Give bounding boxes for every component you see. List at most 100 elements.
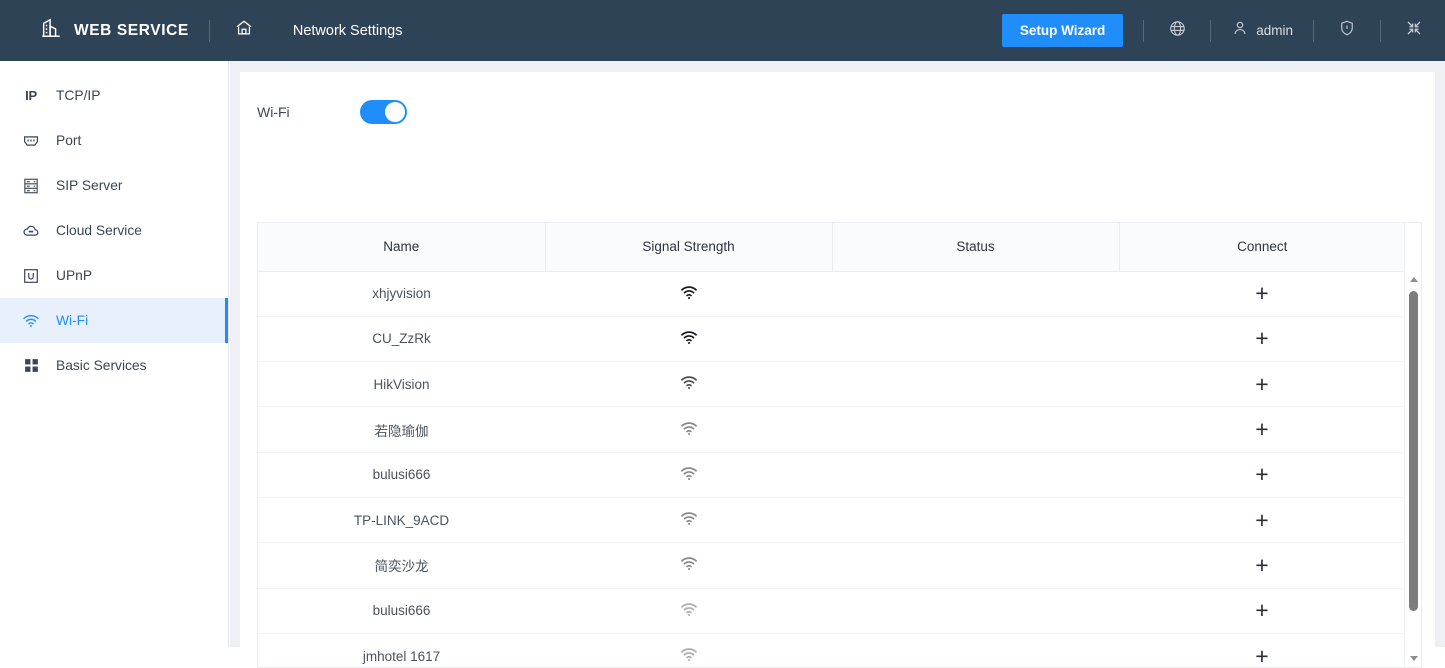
signal-strength-wifi-icon <box>680 647 698 665</box>
wifi-icon <box>22 312 40 330</box>
home-button[interactable] <box>230 17 258 45</box>
collapse-button[interactable] <box>1401 18 1427 44</box>
cell-signal-strength <box>545 271 832 317</box>
table-row[interactable]: xhjyvision + <box>258 271 1405 317</box>
cell-network-name: xhjyvision <box>258 271 545 317</box>
header-divider <box>1380 19 1381 42</box>
cell-connect: + <box>1119 316 1405 363</box>
table-row[interactable]: TP-LINK_9ACD + <box>258 497 1405 544</box>
cell-connect: + <box>1119 633 1405 667</box>
column-header-signal: Signal Strength <box>544 223 832 272</box>
sidebar-item-sip-server[interactable]: SIP Server <box>0 163 228 208</box>
connect-plus-icon[interactable]: + <box>1255 553 1268 577</box>
table-header: Name Signal Strength Status Connect <box>258 223 1405 272</box>
brand-block: WEB SERVICE <box>40 17 189 44</box>
table-scrollbar[interactable] <box>1404 223 1421 667</box>
cell-connect: + <box>1119 361 1405 408</box>
table-header-row: Name Signal Strength Status Connect <box>258 223 1405 272</box>
globe-icon <box>1168 19 1187 43</box>
sidebar-item-port[interactable]: Port <box>0 118 228 163</box>
wifi-toggle-switch[interactable] <box>360 100 407 124</box>
table-row[interactable]: HikVision + <box>258 361 1405 408</box>
cell-signal-strength <box>545 361 832 408</box>
sidebar-item-basic-services[interactable]: Basic Services <box>0 343 228 388</box>
sidebar-item-upnp[interactable]: UPnP <box>0 253 228 298</box>
server-rack-icon <box>22 177 40 195</box>
wifi-enable-row: Wi-Fi <box>240 72 1435 152</box>
sidebar-item-label: Basic Services <box>56 358 147 373</box>
scroll-up-arrow-icon[interactable] <box>1405 271 1421 288</box>
connect-plus-icon[interactable]: + <box>1255 644 1268 667</box>
signal-strength-wifi-icon <box>680 466 698 484</box>
cell-connect: + <box>1119 588 1405 634</box>
sidebar-item-wifi[interactable]: Wi-Fi <box>0 298 228 343</box>
sidebar-item-label: UPnP <box>56 268 93 283</box>
sidebar-item-cloud-service[interactable]: Cloud Service <box>0 208 228 253</box>
building-icon <box>40 17 62 44</box>
signal-strength-wifi-icon <box>680 421 698 439</box>
signal-strength-wifi-icon <box>680 330 698 348</box>
signal-strength-wifi-icon <box>680 511 698 529</box>
cell-network-name: 简奕沙龙 <box>258 542 545 589</box>
cell-network-name: 若隐瑜伽 <box>258 406 545 453</box>
security-button[interactable] <box>1334 18 1360 44</box>
sidebar-item-tcpip[interactable]: IP TCP/IP <box>0 73 228 118</box>
user-menu[interactable]: admin <box>1231 19 1293 42</box>
connect-plus-icon[interactable]: + <box>1255 372 1268 396</box>
cell-signal-strength <box>545 497 832 544</box>
cell-status <box>832 271 1119 317</box>
home-icon <box>234 18 254 43</box>
ip-icon: IP <box>25 88 37 103</box>
header-actions: Setup Wizard admin <box>1001 14 1427 47</box>
upnp-icon <box>22 267 40 285</box>
cell-signal-strength <box>545 406 832 453</box>
cell-network-name: bulusi666 <box>258 452 545 498</box>
cell-connect: + <box>1119 542 1405 589</box>
collapse-icon <box>1405 19 1423 42</box>
sidebar: IP TCP/IP Port SIP Server Cloud Service … <box>0 61 229 647</box>
scroll-thumb[interactable] <box>1409 291 1418 611</box>
signal-strength-wifi-icon <box>680 602 698 620</box>
cell-status <box>832 316 1119 363</box>
toggle-knob <box>385 102 405 122</box>
cell-signal-strength <box>545 316 832 363</box>
column-header-status: Status <box>831 223 1119 272</box>
user-icon <box>1231 19 1249 42</box>
table-row[interactable]: bulusi666 + <box>258 452 1405 498</box>
connect-plus-icon[interactable]: + <box>1255 599 1268 622</box>
connect-plus-icon[interactable]: + <box>1255 463 1268 486</box>
connect-plus-icon[interactable]: + <box>1255 418 1268 441</box>
cell-connect: + <box>1119 497 1405 544</box>
sidebar-item-label: Cloud Service <box>56 223 142 238</box>
cell-status <box>832 406 1119 453</box>
cell-connect: + <box>1119 406 1405 453</box>
cloud-icon <box>22 222 40 240</box>
setup-wizard-button[interactable]: Setup Wizard <box>1001 14 1124 47</box>
connect-plus-icon[interactable]: + <box>1255 508 1268 532</box>
table-row[interactable]: bulusi666 + <box>258 588 1405 634</box>
header-divider <box>1313 19 1314 42</box>
table-row[interactable]: CU_ZzRk + <box>258 316 1405 363</box>
cell-status <box>832 361 1119 408</box>
cell-connect: + <box>1119 271 1405 317</box>
header-divider <box>1143 19 1145 42</box>
cell-network-name: TP-LINK_9ACD <box>258 497 545 544</box>
column-header-connect: Connect <box>1118 223 1405 272</box>
scroll-down-arrow-icon[interactable] <box>1405 650 1421 667</box>
cell-network-name: bulusi666 <box>258 588 545 634</box>
connect-plus-icon[interactable]: + <box>1255 327 1268 350</box>
language-button[interactable] <box>1164 18 1190 44</box>
table-row[interactable]: 简奕沙龙 + <box>258 542 1405 589</box>
cell-network-name: jmhotel 1617 <box>258 633 545 667</box>
settings-card: Wi-Fi Name Signal Strength Status Connec… <box>240 72 1435 668</box>
top-header-bar: WEB SERVICE Network Settings Setup Wizar… <box>0 0 1445 61</box>
table-row[interactable]: jmhotel 1617 + <box>258 633 1405 667</box>
table-row[interactable]: 若隐瑜伽 + <box>258 406 1405 453</box>
cell-signal-strength <box>545 588 832 634</box>
signal-strength-wifi-icon <box>680 375 698 393</box>
sidebar-item-label: Port <box>56 133 82 148</box>
cell-network-name: CU_ZzRk <box>258 316 545 363</box>
connect-plus-icon[interactable]: + <box>1255 282 1268 305</box>
signal-strength-wifi-icon <box>680 556 698 574</box>
brand-title: WEB SERVICE <box>74 21 189 39</box>
